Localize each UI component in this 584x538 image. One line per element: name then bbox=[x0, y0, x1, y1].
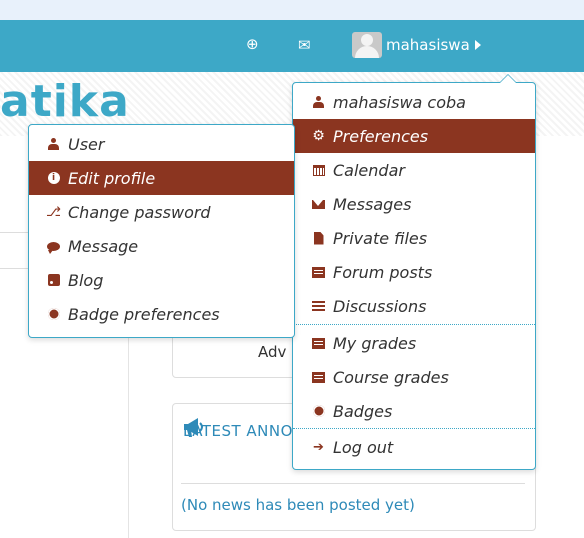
menu-item-label: Private files bbox=[333, 228, 428, 248]
menu-item-private-files[interactable]: Private files bbox=[293, 221, 535, 255]
submenu-item-change-password[interactable]: ⎇ Change password bbox=[29, 195, 294, 229]
list-alt-icon bbox=[312, 371, 325, 383]
key-icon: ⎇ bbox=[46, 204, 61, 220]
gear-icon: ⚙ bbox=[312, 127, 325, 144]
column-divider bbox=[128, 330, 129, 538]
site-title: atika bbox=[0, 76, 130, 127]
menu-divider bbox=[293, 324, 535, 325]
advanced-link[interactable]: Adv bbox=[258, 343, 286, 361]
username-label: mahasiswa bbox=[386, 36, 470, 54]
rss-icon bbox=[47, 274, 60, 286]
menu-item-label: Forum posts bbox=[333, 262, 433, 282]
avatar bbox=[352, 32, 382, 58]
navbar bbox=[0, 20, 584, 72]
caret-right-icon bbox=[474, 40, 481, 50]
menu-item-my-grades[interactable]: My grades bbox=[293, 326, 535, 360]
list-icon bbox=[312, 300, 325, 312]
submenu-item-label: Badge preferences bbox=[68, 304, 220, 324]
submenu-item-user[interactable]: User bbox=[29, 127, 294, 161]
info-icon: i bbox=[47, 172, 60, 184]
news-empty-text: (No news has been posted yet) bbox=[181, 496, 415, 514]
divider bbox=[0, 232, 30, 233]
menu-divider bbox=[293, 428, 535, 429]
menu-item-course-grades[interactable]: Course grades bbox=[293, 360, 535, 394]
submenu-item-label: User bbox=[68, 134, 105, 154]
submenu-item-blog[interactable]: Blog bbox=[29, 263, 294, 297]
user-menu-toggle[interactable]: mahasiswa bbox=[352, 30, 481, 60]
submenu-item-badge-preferences[interactable]: Badge preferences bbox=[29, 297, 294, 331]
user-dropdown-menu: mahasiswa coba ⚙ Preferences Calendar Me… bbox=[292, 74, 536, 470]
badge-icon bbox=[312, 405, 325, 417]
menu-item-profile[interactable]: mahasiswa coba bbox=[293, 85, 535, 119]
submenu-item-message[interactable]: Message bbox=[29, 229, 294, 263]
menu-item-log-out[interactable]: ➔ Log out bbox=[293, 430, 535, 464]
menu-item-preferences[interactable]: ⚙ Preferences bbox=[293, 119, 535, 153]
submenu-item-edit-profile[interactable]: i Edit profile bbox=[29, 161, 294, 195]
user-icon bbox=[313, 96, 324, 108]
menu-item-label: mahasiswa coba bbox=[333, 92, 466, 112]
submenu-item-label: Blog bbox=[68, 270, 104, 290]
menu-item-messages[interactable]: Messages bbox=[293, 187, 535, 221]
preferences-submenu: User i Edit profile ⎇ Change password Me… bbox=[28, 124, 295, 338]
notification-icon[interactable]: ⊕ bbox=[246, 36, 259, 52]
badge-icon bbox=[47, 308, 60, 320]
menu-item-label: Course grades bbox=[333, 367, 449, 387]
submenu-item-label: Change password bbox=[68, 202, 211, 222]
submenu-item-label: Message bbox=[68, 236, 139, 256]
menu-item-calendar[interactable]: Calendar bbox=[293, 153, 535, 187]
message-icon[interactable]: ✉ bbox=[298, 37, 311, 53]
menu-item-label: Log out bbox=[333, 437, 394, 457]
file-icon bbox=[313, 231, 324, 245]
menu-item-label: Badges bbox=[333, 401, 393, 421]
submenu-item-label: Edit profile bbox=[68, 168, 156, 188]
menu-item-label: Messages bbox=[333, 194, 412, 214]
user-icon bbox=[48, 138, 59, 150]
menu-item-label: Calendar bbox=[333, 160, 405, 180]
menu-item-label: Discussions bbox=[333, 296, 427, 316]
page: ⊕ ✉ mahasiswa atika Adv LATEST ANNOUNCEM… bbox=[0, 0, 584, 538]
menu-item-discussions[interactable]: Discussions bbox=[293, 289, 535, 323]
list-alt-icon bbox=[312, 337, 325, 349]
menu-item-label: My grades bbox=[333, 333, 417, 353]
top-strip bbox=[0, 0, 584, 20]
menu-item-label: Preferences bbox=[333, 126, 429, 146]
list-alt-icon bbox=[312, 266, 325, 278]
divider bbox=[0, 268, 30, 269]
chat-icon bbox=[47, 241, 60, 254]
calendar-icon bbox=[312, 164, 325, 176]
menu-item-forum-posts[interactable]: Forum posts bbox=[293, 255, 535, 289]
menu-item-badges[interactable]: Badges bbox=[293, 394, 535, 428]
envelope-icon bbox=[312, 199, 325, 209]
sign-out-icon: ➔ bbox=[313, 439, 324, 455]
divider bbox=[181, 483, 525, 484]
